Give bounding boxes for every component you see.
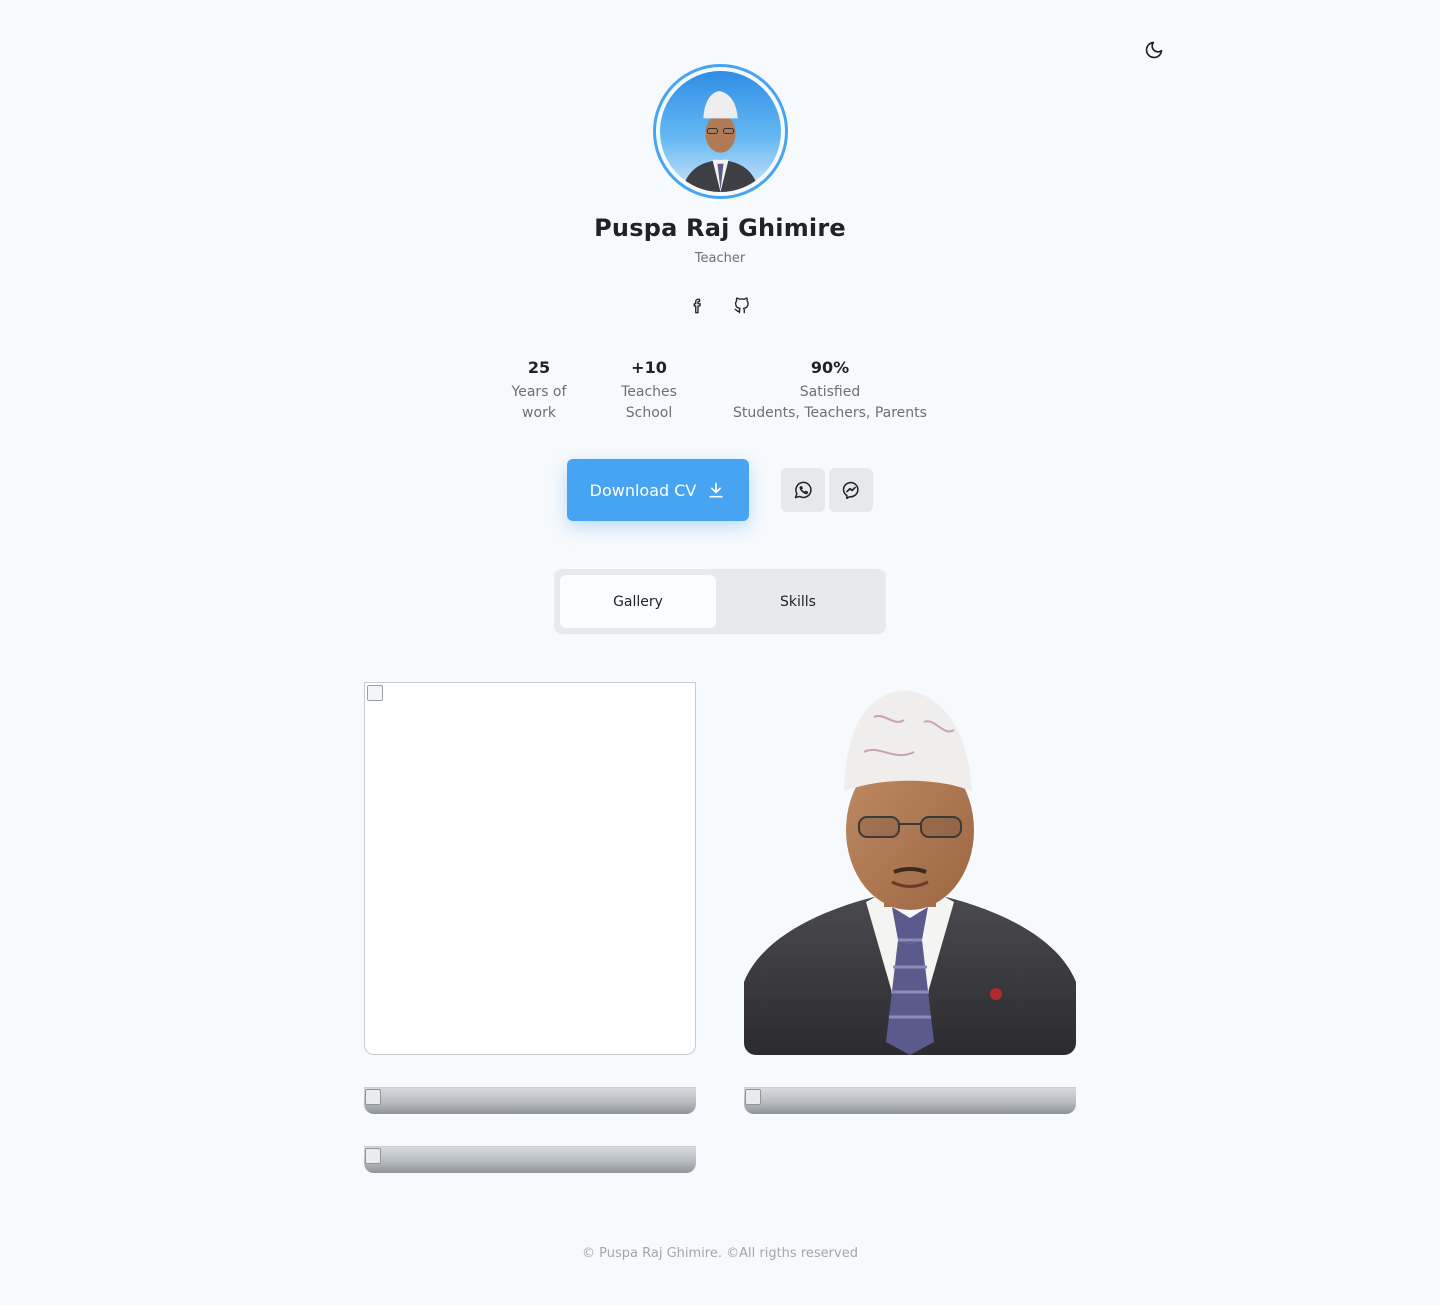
theme-toggle-button[interactable] [1142,38,1166,62]
github-icon [734,297,749,314]
stat-label: Years of work [498,382,580,424]
moon-icon [1145,41,1163,59]
footer-copyright: © Puspa Raj Ghimire. ©All rigths reserve… [582,1246,858,1261]
portrait-photo [744,690,1076,1055]
broken-image-icon [365,1089,381,1105]
stat-value: 25 [527,358,551,377]
content-tabs: Gallery Skills [554,569,886,634]
gallery-image[interactable] [364,1087,696,1114]
stat-schools: +10 Teaches School [608,358,690,424]
tab-gallery[interactable]: Gallery [560,575,716,628]
tab-skills[interactable]: Skills [716,575,880,628]
whatsapp-icon [794,481,812,499]
profile-name: Puspa Raj Ghimire [594,214,846,242]
stat-label-line: Teaches [621,384,677,400]
gallery-image[interactable] [744,682,1076,1055]
messenger-button[interactable] [829,468,873,512]
stat-label: Teaches School [608,382,690,424]
stat-value: 90% [810,358,850,377]
download-cv-button[interactable]: Download CV [567,459,749,521]
stat-years: 25 Years of work [498,358,580,424]
gallery-image[interactable] [744,1087,1076,1114]
stat-label-line: work [522,405,556,421]
facebook-link[interactable] [686,294,710,318]
stat-label: Satisfied Students, Teachers, Parents [718,382,942,424]
stat-satisfied: 90% Satisfied Students, Teachers, Parent… [718,358,942,424]
broken-image-icon [367,685,383,701]
gallery-image[interactable] [364,1146,696,1173]
stat-label-line: Satisfied [799,384,861,400]
gallery-image[interactable] [364,682,696,1055]
stat-label-line: Years of [511,384,567,400]
profile-role: Teacher [694,251,746,266]
github-link[interactable] [730,294,754,318]
facebook-icon [693,298,701,314]
stat-label-line: Students, Teachers, Parents [733,405,927,421]
stat-label-line: School [625,405,673,421]
whatsapp-button[interactable] [781,468,825,512]
messenger-icon [842,481,859,500]
stat-value: +10 [631,358,667,377]
broken-image-icon [745,1089,761,1105]
social-links [686,294,756,318]
download-cv-label: Download CV [589,480,697,500]
download-icon [709,482,724,498]
broken-image-icon [365,1148,381,1164]
profile-avatar [653,64,788,199]
